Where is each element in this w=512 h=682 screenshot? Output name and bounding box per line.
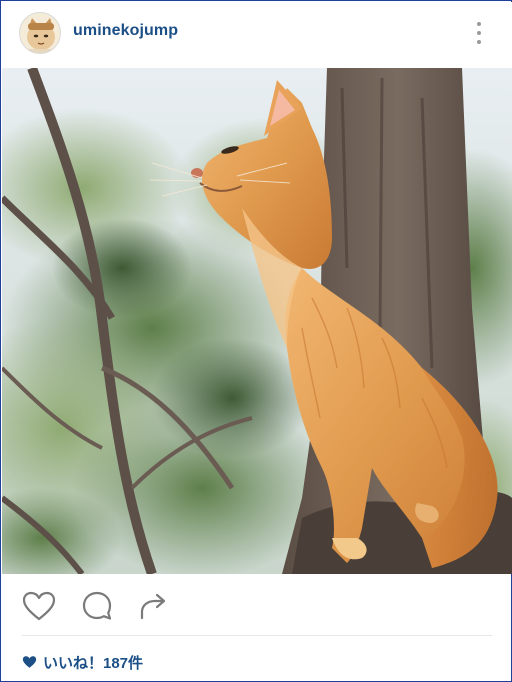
vertical-ellipsis-icon bbox=[477, 22, 481, 26]
cat-avatar-icon bbox=[20, 13, 60, 53]
ellipsis-dot bbox=[477, 31, 481, 35]
more-options-button[interactable] bbox=[468, 18, 490, 48]
likes-count[interactable]: いいね！187件 bbox=[22, 651, 143, 673]
comment-button[interactable] bbox=[79, 588, 115, 624]
post-photo[interactable] bbox=[2, 68, 512, 574]
share-button[interactable] bbox=[135, 588, 171, 624]
share-arrow-icon bbox=[140, 593, 166, 620]
post-header: uminekojump bbox=[2, 2, 512, 68]
action-bar bbox=[2, 574, 512, 636]
heart-filled-icon bbox=[22, 655, 37, 670]
like-button[interactable] bbox=[21, 588, 57, 624]
avatar[interactable] bbox=[19, 12, 61, 54]
ellipsis-dot bbox=[477, 40, 481, 44]
divider bbox=[22, 635, 492, 636]
cat-in-tree-image bbox=[2, 68, 512, 574]
post-frame: uminekojump いいね！187件 bbox=[0, 0, 512, 682]
comment-bubble-icon bbox=[82, 591, 112, 620]
likes-label: いいね！187件 bbox=[43, 654, 144, 672]
heart-outline-icon bbox=[22, 591, 56, 621]
username[interactable]: uminekojump bbox=[73, 22, 178, 40]
